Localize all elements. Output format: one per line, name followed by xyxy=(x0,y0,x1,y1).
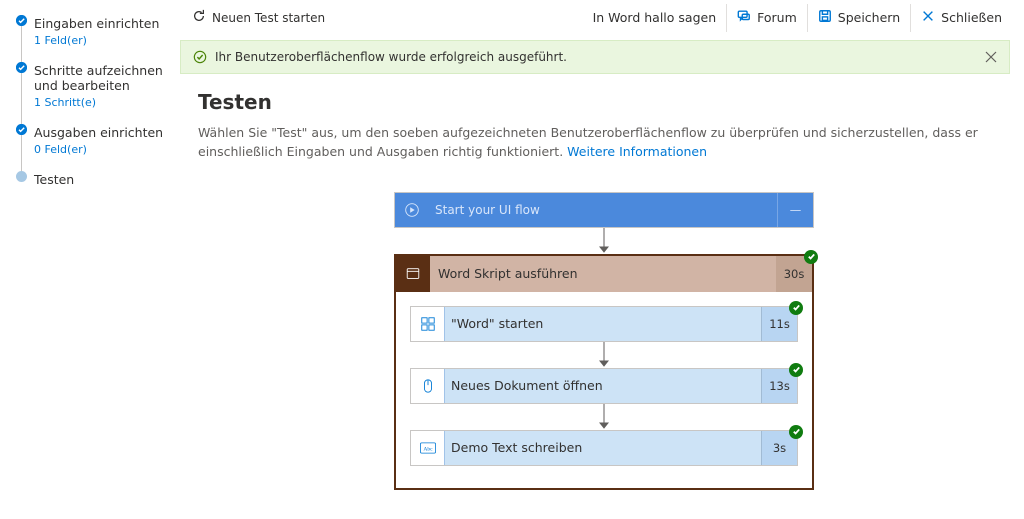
forum-icon xyxy=(737,9,751,26)
connector-arrow-icon xyxy=(599,228,609,254)
restart-icon xyxy=(192,9,206,26)
abc-icon: Abc xyxy=(411,431,445,465)
container-header[interactable]: Word Skript ausführen 30s xyxy=(396,256,812,292)
script-icon xyxy=(396,256,430,292)
new-test-button[interactable]: Neuen Test starten xyxy=(192,9,325,26)
svg-text:Abc: Abc xyxy=(423,446,433,452)
page-description: Wählen Sie "Test" aus, um den soeben auf… xyxy=(198,124,998,162)
sidebar-step-2[interactable]: Ausgaben einrichten 0 Feld(er) xyxy=(16,121,172,168)
close-icon xyxy=(921,9,935,26)
flow-step-card[interactable]: AbcDemo Text schreiben3s xyxy=(410,430,798,466)
close-button[interactable]: Schließen xyxy=(910,4,1012,32)
success-icon xyxy=(193,50,207,64)
start-flow-card: Start your UI flow — xyxy=(394,192,814,228)
connector-arrow-icon xyxy=(599,342,609,368)
sidebar-step-meta[interactable]: 1 Schritt(e) xyxy=(34,96,172,109)
success-tick-icon xyxy=(789,301,803,315)
start-flow-time: — xyxy=(777,193,813,227)
setup-steps-nav: Eingaben einrichten 1 Feld(er) Schritte au… xyxy=(0,0,180,519)
check-icon xyxy=(16,15,27,26)
container-label: Word Skript ausführen xyxy=(430,266,776,281)
start-flow-label: Start your UI flow xyxy=(429,203,777,217)
command-bar: Neuen Test starten In Word hallo sagen F… xyxy=(180,0,1024,36)
forum-button[interactable]: Forum xyxy=(726,4,807,32)
success-message: Ihr Benutzeroberflächenflow wurde erfolg… xyxy=(215,50,567,64)
success-tick-icon xyxy=(789,363,803,377)
page-title: Testen xyxy=(198,90,1010,114)
flow-name-label: In Word hallo sagen xyxy=(583,4,727,32)
success-banner: Ihr Benutzeroberflächenflow wurde erfolg… xyxy=(180,40,1010,74)
flow-step-label: Demo Text schreiben xyxy=(445,440,761,455)
sidebar-step-title: Ausgaben einrichten xyxy=(34,125,172,141)
flow-step-card[interactable]: Neues Dokument öffnen13s xyxy=(410,368,798,404)
learn-more-link[interactable]: Weitere Informationen xyxy=(567,144,707,159)
save-button[interactable]: Speichern xyxy=(807,4,910,32)
play-icon xyxy=(395,193,429,227)
check-icon xyxy=(16,124,27,135)
save-icon xyxy=(818,9,832,26)
flow-step-card[interactable]: "Word" starten11s xyxy=(410,306,798,342)
new-test-label: Neuen Test starten xyxy=(212,11,325,25)
sidebar-step-title: Eingaben einrichten xyxy=(34,16,172,32)
pending-icon xyxy=(16,171,27,182)
sidebar-step-0[interactable]: Eingaben einrichten 1 Feld(er) xyxy=(16,12,172,59)
sidebar-step-1[interactable]: Schritte aufzeichnen und bearbeiten 1 Sch… xyxy=(16,59,172,121)
forum-label: Forum xyxy=(757,10,797,25)
mouse-icon xyxy=(411,369,445,403)
flow-step-label: "Word" starten xyxy=(445,316,761,331)
container-card[interactable]: Word Skript ausführen 30s "Word" starten… xyxy=(394,254,814,490)
check-icon xyxy=(16,62,27,73)
success-tick-icon xyxy=(789,425,803,439)
sidebar-step-title: Testen xyxy=(34,172,172,188)
grid-icon xyxy=(411,307,445,341)
sidebar-step-meta[interactable]: 1 Feld(er) xyxy=(34,34,172,47)
close-label: Schließen xyxy=(941,10,1002,25)
flow-step-label: Neues Dokument öffnen xyxy=(445,378,761,393)
save-label: Speichern xyxy=(838,10,900,25)
connector-arrow-icon xyxy=(599,404,609,430)
sidebar-step-3[interactable]: Testen xyxy=(16,168,172,200)
sidebar-step-meta[interactable]: 0 Feld(er) xyxy=(34,143,172,156)
success-tick-icon xyxy=(804,250,818,264)
sidebar-step-title: Schritte aufzeichnen und bearbeiten xyxy=(34,63,172,94)
banner-close-icon[interactable] xyxy=(985,51,997,63)
